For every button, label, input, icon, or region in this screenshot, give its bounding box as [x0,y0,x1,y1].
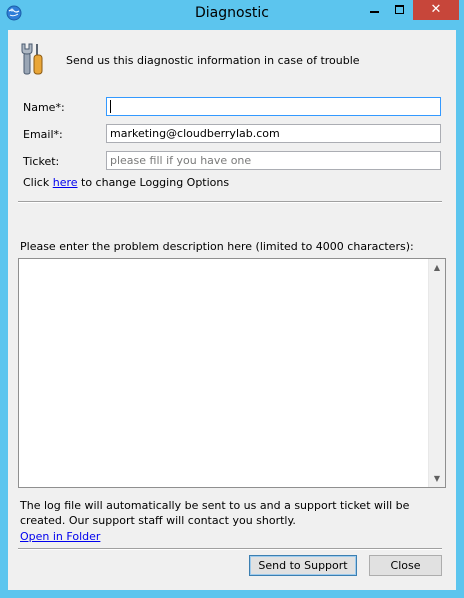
description-textarea[interactable]: ▲ ▼ [18,258,446,488]
email-label: Email*: [23,128,63,141]
close-window-button[interactable]: ✕ [413,0,459,20]
text-caret [110,100,111,113]
description-scrollbar[interactable]: ▲ ▼ [428,259,445,487]
diagnostic-window: Diagnostic ✕ Send us this diagnostic inf… [0,0,464,598]
maximize-icon [395,5,404,14]
logging-options-link[interactable]: here [53,176,78,189]
open-in-folder-link[interactable]: Open in Folder [20,530,100,543]
name-label: Name*: [23,101,65,114]
minimize-icon [370,11,379,13]
dialog-client: Send us this diagnostic information in c… [8,30,456,590]
scroll-down-arrow-icon[interactable]: ▼ [429,470,445,487]
close-icon: ✕ [430,2,442,17]
description-label: Please enter the problem description her… [20,240,414,253]
footer-note: The log file will automatically be sent … [20,499,410,527]
maximize-button[interactable] [387,0,413,20]
send-to-support-button[interactable]: Send to Support [249,555,357,576]
ticket-placeholder: please fill if you have one [110,154,252,167]
email-field[interactable]: marketing@cloudberrylab.com [106,124,441,143]
logging-suffix: to change Logging Options [77,176,230,189]
ticket-label: Ticket: [23,155,60,168]
ticket-field[interactable]: please fill if you have one [106,151,441,170]
separator-top [18,201,442,203]
scroll-up-arrow-icon[interactable]: ▲ [429,259,445,276]
minimize-button[interactable] [361,0,387,20]
close-button[interactable]: Close [369,555,442,576]
logging-prefix: Click [23,176,53,189]
name-field[interactable] [106,97,441,116]
separator-bottom [18,548,442,550]
header-text: Send us this diagnostic information in c… [66,54,360,67]
title-bar[interactable]: Diagnostic ✕ [0,0,464,26]
logging-options-text: Click here to change Logging Options [23,176,229,189]
tools-icon [21,42,47,76]
email-value: marketing@cloudberrylab.com [110,127,280,140]
